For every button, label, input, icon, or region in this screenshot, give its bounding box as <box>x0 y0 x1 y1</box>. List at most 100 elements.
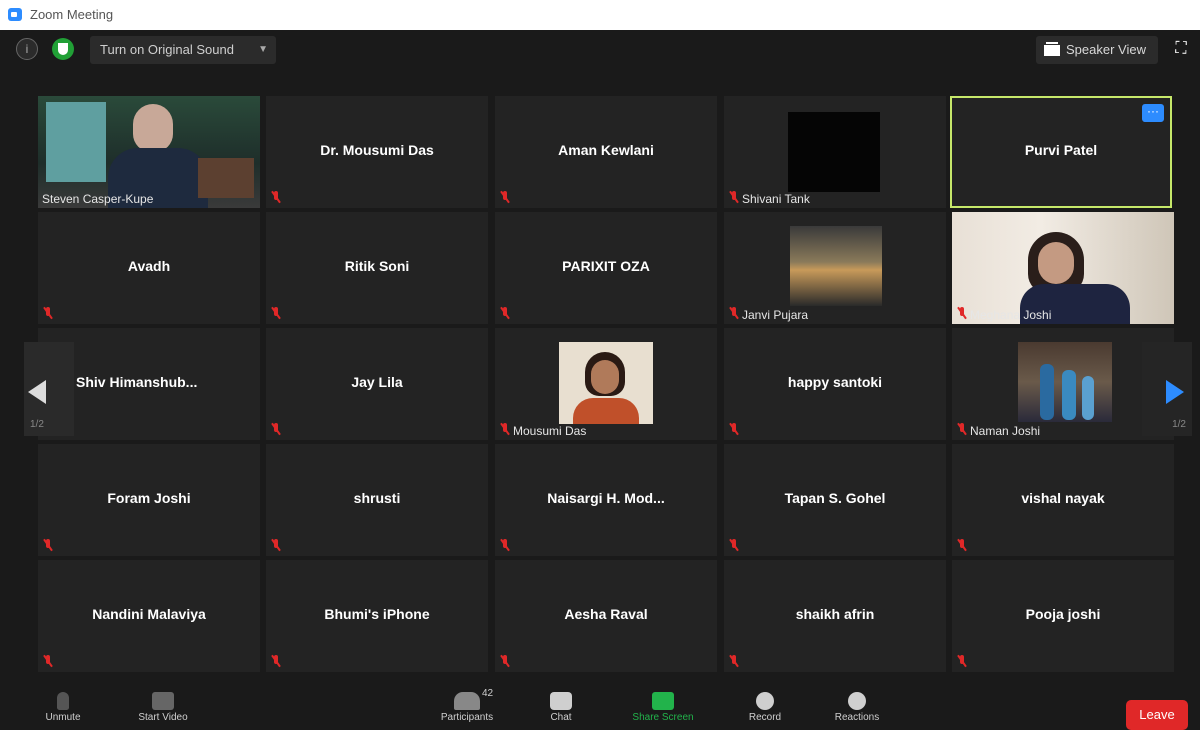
mute-icon <box>500 307 510 319</box>
participants-count: 42 <box>482 688 494 699</box>
mute-icon <box>500 423 510 435</box>
mute-icon <box>500 539 510 551</box>
share-screen-button[interactable]: Share Screen <box>620 686 706 725</box>
mute-icon <box>957 307 967 319</box>
chat-icon <box>550 692 572 710</box>
participant-name: Jay Lila <box>351 374 403 390</box>
participant-tile[interactable]: Ritik Soni <box>266 212 488 324</box>
leave-button[interactable]: Leave <box>1126 700 1188 730</box>
shield-icon[interactable] <box>52 38 74 60</box>
unmute-button[interactable]: Unmute <box>28 686 98 725</box>
mute-icon <box>729 423 739 435</box>
participant-tile[interactable]: Nandini Malaviya <box>38 560 260 672</box>
meeting-toolbar: Unmute Start Video 42 Participants Chat … <box>0 686 1200 725</box>
participant-name: vishal nayak <box>1021 490 1105 506</box>
mute-icon <box>957 423 967 435</box>
chat-button[interactable]: Chat <box>526 686 596 725</box>
participants-icon <box>454 692 480 710</box>
participant-name: Bhumi's iPhone <box>324 606 430 622</box>
participant-name: Aesha Raval <box>564 606 648 622</box>
original-sound-label: Turn on Original Sound <box>100 42 234 57</box>
participant-video <box>1018 342 1112 422</box>
participant-tile[interactable]: Bhumi's iPhone <box>266 560 488 672</box>
fullscreen-icon[interactable]: ⛶ <box>1172 40 1190 58</box>
participant-tile[interactable]: Tapan S. Gohel <box>724 444 946 556</box>
participant-tile[interactable]: Meghana Joshi <box>952 212 1174 324</box>
participant-tile[interactable]: Shivani Tank <box>724 96 946 208</box>
participant-tile[interactable]: Dr. Mousumi Das <box>266 96 488 208</box>
participant-tile[interactable]: Aman Kewlani <box>495 96 717 208</box>
participant-name: Aman Kewlani <box>558 142 654 158</box>
participant-tile[interactable]: Avadh <box>38 212 260 324</box>
participant-name: Dr. Mousumi Das <box>320 142 434 158</box>
mute-icon <box>957 539 967 551</box>
participant-tile[interactable]: vishal nayak <box>952 444 1174 556</box>
original-sound-button[interactable]: Turn on Original Sound ▼ <box>90 36 276 64</box>
participant-video <box>559 342 653 424</box>
participant-tile[interactable]: Steven Casper-Kupe <box>38 96 260 208</box>
participant-name: Avadh <box>127 258 171 274</box>
mute-icon <box>271 307 281 319</box>
participant-tile[interactable]: PARIXIT OZA <box>495 212 717 324</box>
chat-label: Chat <box>550 712 572 723</box>
participant-tile[interactable]: Aesha Raval <box>495 560 717 672</box>
participant-name: Foram Joshi <box>107 490 191 506</box>
unmute-label: Unmute <box>45 712 81 723</box>
mute-icon <box>271 655 281 667</box>
record-label: Record <box>748 712 782 723</box>
zoom-app-icon <box>8 8 22 21</box>
share-screen-label: Share Screen <box>632 712 694 723</box>
participant-name: Steven Casper-Kupe <box>42 192 154 206</box>
page-indicator: 1/2 <box>30 419 44 430</box>
participant-tile[interactable]: Jay Lila <box>266 328 488 440</box>
participant-tile[interactable]: Naisargi H. Mod... <box>495 444 717 556</box>
video-icon <box>152 692 174 710</box>
participant-tile[interactable]: Pooja joshi <box>952 560 1174 672</box>
participant-name: Tapan S. Gohel <box>784 490 886 506</box>
participant-name: Pooja joshi <box>1025 606 1101 622</box>
mute-icon <box>271 539 281 551</box>
participant-tile[interactable]: Naman Joshi <box>952 328 1174 440</box>
participant-tile[interactable]: Mousumi Das <box>495 328 717 440</box>
more-icon[interactable]: ··· <box>1142 104 1164 122</box>
reactions-button[interactable]: Reactions <box>822 686 892 725</box>
mute-icon <box>43 539 53 551</box>
mute-icon <box>729 539 739 551</box>
mute-icon <box>500 655 510 667</box>
participant-video <box>790 226 882 306</box>
page-indicator: 1/2 <box>1172 419 1186 430</box>
meeting-topbar: i Turn on Original Sound ▼ Speaker View … <box>0 30 1200 70</box>
window-title: Zoom Meeting <box>30 7 114 22</box>
start-video-label: Start Video <box>138 712 188 723</box>
mute-icon <box>729 191 739 203</box>
title-bar: Zoom Meeting <box>0 0 1200 30</box>
participant-tile[interactable]: happy santoki <box>724 328 946 440</box>
mute-icon <box>729 655 739 667</box>
participant-name: Janvi Pujara <box>742 308 809 322</box>
participant-tile-active[interactable]: Purvi Patel ··· <box>950 96 1172 208</box>
participant-tile[interactable]: Foram Joshi <box>38 444 260 556</box>
arrow-right-icon <box>1166 380 1184 404</box>
participants-button[interactable]: 42 Participants <box>422 686 512 725</box>
speaker-view-label: Speaker View <box>1066 42 1146 57</box>
participant-video <box>788 112 880 192</box>
meeting-stage: i Turn on Original Sound ▼ Speaker View … <box>0 30 1200 730</box>
participant-name: happy santoki <box>787 374 883 390</box>
mute-icon <box>500 191 510 203</box>
speaker-view-button[interactable]: Speaker View <box>1036 36 1158 64</box>
next-page-button[interactable]: 1/2 <box>1142 342 1192 436</box>
participant-tile[interactable]: Janvi Pujara <box>724 212 946 324</box>
start-video-button[interactable]: Start Video <box>128 686 198 725</box>
participant-tile[interactable]: shrusti <box>266 444 488 556</box>
participant-tile[interactable]: shaikh afrin <box>724 560 946 672</box>
info-icon[interactable]: i <box>16 38 38 60</box>
previous-page-button[interactable]: 1/2 <box>24 342 74 436</box>
participant-name: Nandini Malaviya <box>92 606 206 622</box>
participant-name: Ritik Soni <box>344 258 410 274</box>
record-button[interactable]: Record <box>730 686 800 725</box>
chevron-down-icon[interactable]: ▼ <box>258 36 268 64</box>
participant-name: Purvi Patel <box>1024 142 1098 158</box>
participant-name: Shivani Tank <box>742 192 810 206</box>
participant-name: Naman Joshi <box>970 424 1041 438</box>
mute-icon <box>271 191 281 203</box>
